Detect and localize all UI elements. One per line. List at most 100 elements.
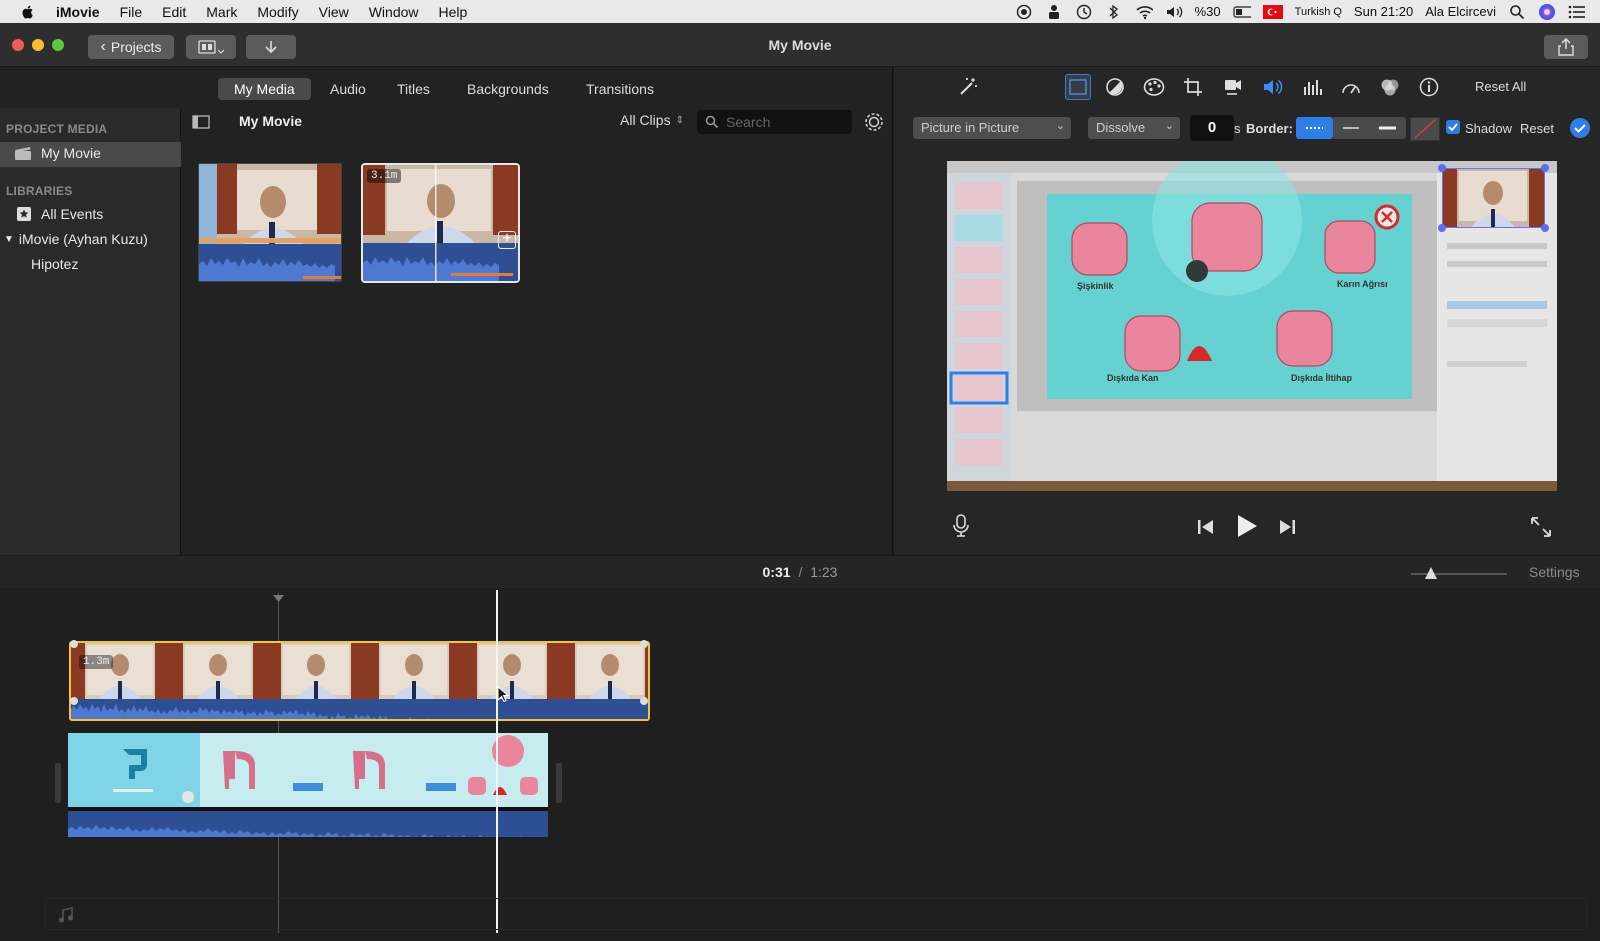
media-clip-thumbnail[interactable] xyxy=(198,163,342,282)
bluetooth-icon[interactable] xyxy=(1105,4,1123,20)
menu-file[interactable]: File xyxy=(120,4,143,20)
time-machine-icon[interactable] xyxy=(1075,4,1093,20)
tab-transitions[interactable]: Transitions xyxy=(570,78,670,100)
clip-trim-handle[interactable] xyxy=(70,640,78,648)
sidebar-item-all-events[interactable]: All Events xyxy=(16,206,103,222)
speed-icon[interactable] xyxy=(1340,76,1362,98)
transition-select[interactable]: Dissolve ⌄ xyxy=(1088,117,1180,139)
sidebar-toggle-icon[interactable] xyxy=(192,114,210,130)
turkish-flag-icon[interactable] xyxy=(1262,4,1283,20)
playhead[interactable] xyxy=(496,590,498,933)
volume-icon[interactable] xyxy=(1165,4,1183,20)
menu-help[interactable]: Help xyxy=(439,4,468,20)
pip-resize-handle[interactable] xyxy=(1541,224,1549,232)
timeline-settings-button[interactable]: Settings xyxy=(1529,564,1580,580)
wifi-icon[interactable] xyxy=(1135,4,1153,20)
seconds-unit-label: s xyxy=(1234,121,1241,136)
video-overlay-icon[interactable] xyxy=(1065,74,1091,100)
border-color-well[interactable] xyxy=(1410,117,1440,141)
skip-back-button[interactable] xyxy=(1197,519,1215,540)
checkmark-icon xyxy=(1448,123,1458,132)
menu-window[interactable]: Window xyxy=(369,4,419,20)
microphone-icon[interactable] xyxy=(953,514,969,543)
browser-title: My Movie xyxy=(239,113,303,129)
pip-resize-handle[interactable] xyxy=(1541,164,1549,172)
clips-filter-select[interactable]: All Clips ⇕ xyxy=(620,112,684,128)
skip-forward-button[interactable] xyxy=(1278,519,1296,540)
gear-icon[interactable] xyxy=(863,111,885,133)
clip-trim-handle[interactable] xyxy=(640,640,648,648)
skip-back-icon xyxy=(1198,520,1213,534)
siri-icon[interactable] xyxy=(1538,3,1556,20)
media-clip-thumbnail-selected[interactable]: 3.1m + xyxy=(361,163,520,283)
timeline-overlay-clip[interactable]: 1.3m xyxy=(69,641,650,721)
storyline-start-handle[interactable] xyxy=(55,763,61,803)
battery-icon[interactable] xyxy=(1233,4,1251,20)
tab-audio[interactable]: Audio xyxy=(314,78,382,100)
color-correction-icon[interactable] xyxy=(1143,76,1165,98)
user-lock-icon[interactable] xyxy=(1045,4,1063,20)
picture-in-picture-overlay[interactable] xyxy=(1442,168,1545,228)
border-style-thin-button[interactable] xyxy=(1333,117,1369,139)
search-input[interactable]: Search xyxy=(697,110,852,134)
equalizer-icon[interactable] xyxy=(1301,76,1323,98)
pip-resize-handle[interactable] xyxy=(1438,224,1446,232)
stabilization-icon[interactable] xyxy=(1222,76,1244,98)
timeline-header: 0:31 / 1:23 Settings xyxy=(0,556,1600,588)
menu-modify[interactable]: Modify xyxy=(257,4,298,20)
screen-record-icon[interactable] xyxy=(1015,4,1033,20)
browser-header: My Movie All Clips ⇕ Search xyxy=(182,108,893,138)
menu-mark[interactable]: Mark xyxy=(206,4,237,20)
apply-checkmark-button[interactable] xyxy=(1570,118,1590,138)
shadow-checkbox[interactable] xyxy=(1446,120,1460,134)
clip-trim-handle[interactable] xyxy=(640,697,648,705)
input-source-label[interactable]: Turkish Q xyxy=(1295,6,1342,18)
tab-my-media[interactable]: My Media xyxy=(218,78,311,100)
apple-icon[interactable] xyxy=(18,4,38,20)
reset-all-button[interactable]: Reset All xyxy=(1475,79,1526,94)
menu-edit[interactable]: Edit xyxy=(162,4,186,20)
timeline-main-clip[interactable] xyxy=(68,733,548,837)
spotlight-search-icon[interactable] xyxy=(1508,4,1526,20)
star-box-icon xyxy=(17,207,31,221)
pip-resize-handle[interactable] xyxy=(1438,164,1446,172)
disclosure-triangle-icon[interactable]: ▼ xyxy=(4,234,14,245)
color-balance-icon[interactable] xyxy=(1104,76,1126,98)
thick-line-icon xyxy=(1379,126,1396,130)
clip-preview-image xyxy=(199,164,341,281)
background-music-well[interactable] xyxy=(45,898,1587,930)
crop-icon[interactable] xyxy=(1182,76,1204,98)
sidebar-item-label: My Movie xyxy=(41,145,101,161)
play-button[interactable] xyxy=(1236,514,1258,543)
clip-info-icon[interactable] xyxy=(1418,76,1440,98)
border-style-dotted-button[interactable] xyxy=(1296,117,1333,139)
overlay-style-select[interactable]: Picture in Picture ⌄ xyxy=(913,117,1071,139)
user-name[interactable]: Ala Elcircevi xyxy=(1425,4,1496,19)
zoom-slider-thumb[interactable] xyxy=(1424,566,1438,585)
storyline-end-handle[interactable] xyxy=(556,763,562,803)
slide-label: Dışkıda Kan xyxy=(1107,373,1159,383)
volume-adjust-icon[interactable] xyxy=(1262,76,1284,98)
tab-backgrounds[interactable]: Backgrounds xyxy=(451,78,565,100)
search-placeholder: Search xyxy=(726,114,771,130)
sidebar-item-my-movie[interactable]: My Movie xyxy=(14,145,101,161)
magic-wand-icon[interactable] xyxy=(957,76,979,98)
clip-trim-handle[interactable] xyxy=(70,697,78,705)
clock[interactable]: Sun 21:20 xyxy=(1354,4,1413,19)
menu-view[interactable]: View xyxy=(319,4,349,20)
tab-titles[interactable]: Titles xyxy=(381,78,446,100)
notification-center-icon[interactable] xyxy=(1568,4,1586,20)
reset-button[interactable]: Reset xyxy=(1520,121,1554,136)
sidebar-item-event-hipotez[interactable]: Hipotez xyxy=(31,256,78,272)
share-button[interactable] xyxy=(1544,35,1588,59)
transition-duration-input[interactable]: 0 xyxy=(1190,115,1234,141)
add-clip-icon[interactable]: + xyxy=(498,231,516,249)
menu-imovie[interactable]: iMovie xyxy=(56,4,100,20)
video-filter-icon[interactable] xyxy=(1379,76,1401,98)
libraries-sidebar: PROJECT MEDIA My Movie LIBRARIES All Eve… xyxy=(0,108,181,555)
fullscreen-button[interactable] xyxy=(1530,516,1552,543)
border-style-thick-button[interactable] xyxy=(1369,117,1406,139)
border-label: Border: xyxy=(1246,121,1293,136)
sidebar-item-library[interactable]: ▼ iMovie (Ayhan Kuzu) xyxy=(4,231,148,247)
sidebar-item-label: All Events xyxy=(41,206,104,222)
